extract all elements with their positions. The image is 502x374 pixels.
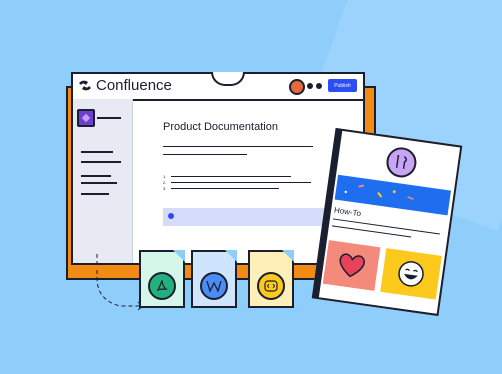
text-line [163,146,313,147]
pdf-icon [148,272,176,300]
list-item-line [171,188,279,189]
list-number: 2. [163,180,167,185]
code-file-card[interactable] [248,250,294,308]
titlebar-notch [211,72,245,86]
card-fold [282,250,294,262]
list-number: 3. [163,186,167,191]
app-name: Confluence [96,77,172,94]
how-to-label: How-To [333,205,362,219]
word-icon [200,272,228,300]
list-number: 1. [163,174,167,179]
text-line [163,154,247,155]
tools-icon [384,145,419,180]
word-file-card[interactable] [191,250,237,308]
sidebar-item[interactable] [81,161,121,163]
confluence-logo-icon [79,80,91,91]
card-fold [173,250,185,262]
list-item-line [171,176,291,177]
page-title: Product Documentation [163,121,278,133]
confluence-logo[interactable]: Confluence [78,77,172,94]
code-icon [257,272,285,300]
presence-dot [307,83,313,89]
selected-block[interactable] [163,208,343,226]
avatar[interactable] [289,79,305,95]
more-dot[interactable] [316,83,322,89]
window-titlebar: Confluence Publish [73,72,363,101]
sidebar-item[interactable] [81,151,113,153]
list-item-line [171,182,311,183]
sidebar [73,99,133,263]
sidebar-item[interactable] [81,193,109,195]
pdf-file-card[interactable] [139,250,185,308]
how-to-card[interactable]: How-To [311,127,463,317]
card-fold [225,250,237,262]
heart-icon [339,253,365,278]
smile-icon [398,261,424,287]
publish-button[interactable]: Publish [328,79,357,92]
sidebar-item[interactable] [81,175,111,177]
heart-panel [322,240,381,291]
smile-panel [380,248,442,300]
illustration-canvas: Confluence Publish Product Documentation… [0,0,502,374]
space-icon[interactable] [77,109,95,127]
sidebar-item[interactable] [97,117,121,119]
sidebar-item[interactable] [81,182,117,184]
cursor-dot [168,213,174,219]
